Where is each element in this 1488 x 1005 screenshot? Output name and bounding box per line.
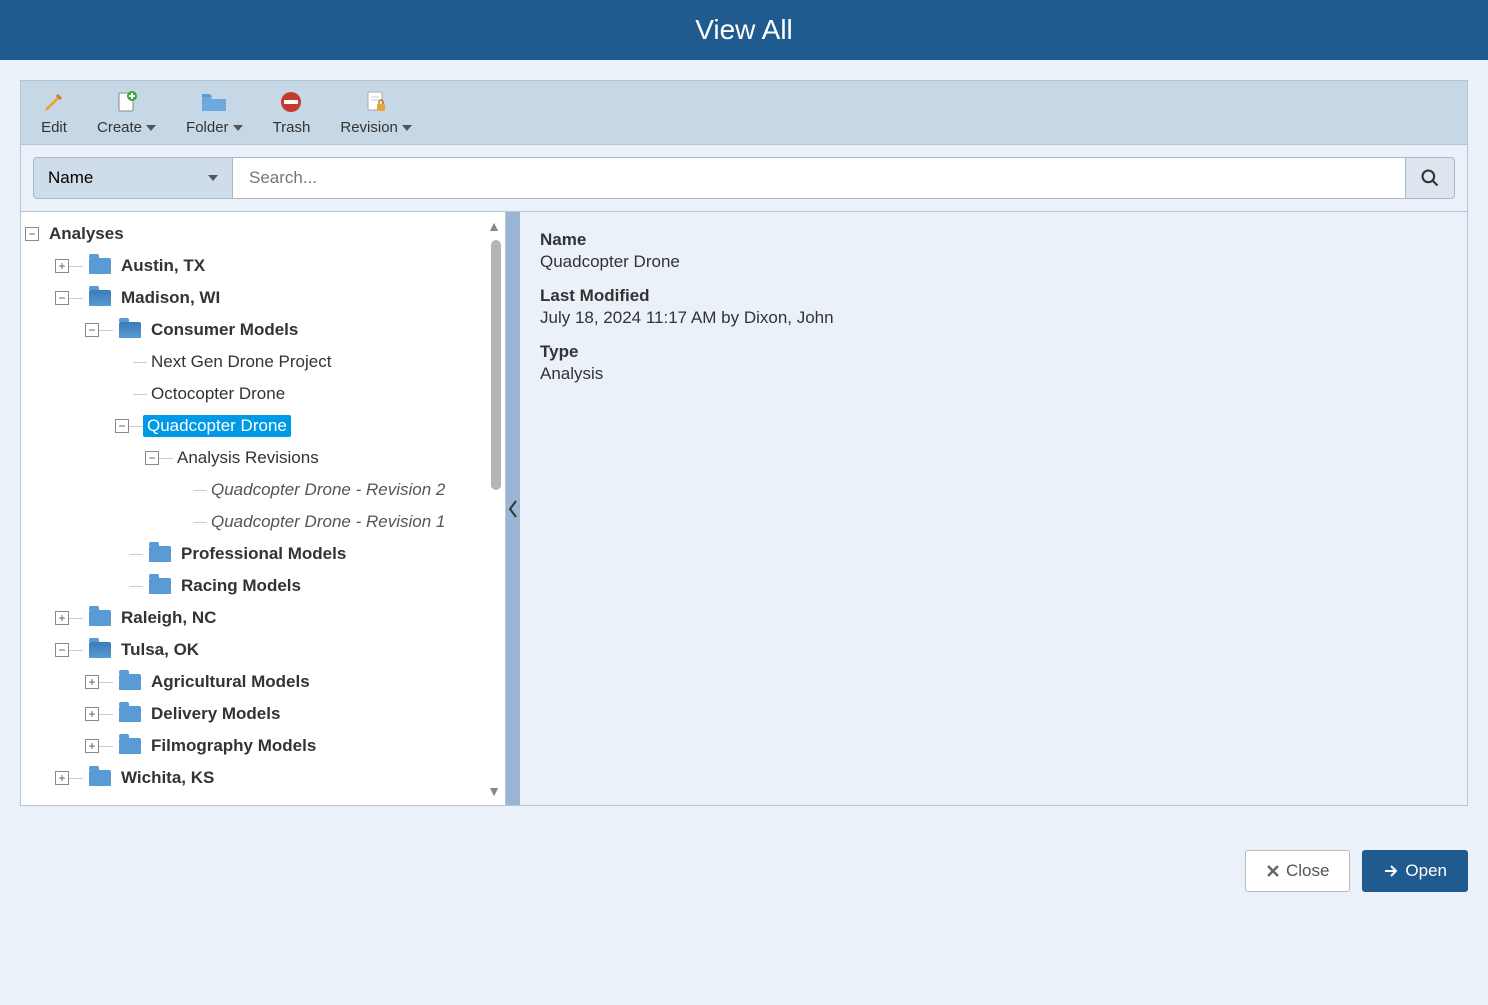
tree-item-tulsa[interactable]: Tulsa, OK	[117, 639, 203, 661]
tree-item-octocopter[interactable]: Octocopter Drone	[147, 383, 289, 405]
scroll-down-arrow[interactable]: ▼	[487, 783, 501, 799]
no-entry-icon	[278, 89, 304, 115]
detail-type-label: Type	[540, 342, 1447, 362]
tree: − Analyses + Austin, TX − Madison, WI	[21, 212, 505, 805]
folder-icon	[119, 674, 141, 690]
collapse-toggle[interactable]: −	[85, 323, 99, 337]
tree-item-agricultural-models[interactable]: Agricultural Models	[147, 671, 314, 693]
expand-toggle[interactable]: +	[85, 739, 99, 753]
expand-toggle[interactable]: +	[55, 259, 69, 273]
folder-icon	[119, 706, 141, 722]
collapse-toggle[interactable]: −	[55, 643, 69, 657]
folder-icon	[149, 578, 171, 594]
collapse-toggle[interactable]: −	[145, 451, 159, 465]
tree-item-analysis-revisions[interactable]: Analysis Revisions	[173, 447, 323, 469]
search-bar: Name	[21, 145, 1467, 211]
scroll-up-arrow[interactable]: ▲	[487, 218, 501, 234]
folder-open-icon	[89, 642, 111, 658]
tree-item-next-gen[interactable]: Next Gen Drone Project	[147, 351, 335, 373]
tree-item-racing-models[interactable]: Racing Models	[177, 575, 305, 597]
edit-label: Edit	[41, 119, 67, 136]
tree-item-filmography-models[interactable]: Filmography Models	[147, 735, 320, 757]
caret-down-icon	[208, 175, 218, 181]
trash-label: Trash	[273, 119, 311, 136]
caret-down-icon	[146, 125, 156, 131]
splitter-handle-icon	[506, 489, 520, 529]
detail-modified-label: Last Modified	[540, 286, 1447, 306]
search-button[interactable]	[1405, 157, 1455, 199]
detail-name-label: Name	[540, 230, 1447, 250]
tree-pane: ▲ ▼ − Analyses + Austin, TX −	[21, 212, 506, 805]
folder-icon	[89, 258, 111, 274]
tree-item-revision-1[interactable]: Quadcopter Drone - Revision 1	[207, 511, 449, 533]
detail-type-value: Analysis	[540, 364, 1447, 384]
toolbar: Edit Create Folder Trash Revision	[21, 81, 1467, 145]
tree-root[interactable]: Analyses	[45, 223, 128, 245]
tree-item-delivery-models[interactable]: Delivery Models	[147, 703, 284, 725]
search-input[interactable]	[233, 157, 1405, 199]
folder-icon	[89, 770, 111, 786]
edit-button[interactable]: Edit	[35, 87, 73, 138]
folder-button[interactable]: Folder	[180, 87, 249, 138]
document-lock-icon	[363, 89, 389, 115]
detail-pane: Name Quadcopter Drone Last Modified July…	[520, 212, 1467, 805]
tree-item-madison[interactable]: Madison, WI	[117, 287, 224, 309]
collapse-toggle[interactable]: −	[25, 227, 39, 241]
tree-item-consumer-models[interactable]: Consumer Models	[147, 319, 302, 341]
tree-item-revision-2[interactable]: Quadcopter Drone - Revision 2	[207, 479, 449, 501]
scrollbar-thumb[interactable]	[491, 240, 501, 490]
folder-icon	[89, 610, 111, 626]
collapse-toggle[interactable]: −	[55, 291, 69, 305]
folder-open-icon	[89, 290, 111, 306]
dialog-footer: Close Open	[0, 826, 1488, 916]
tree-item-professional-models[interactable]: Professional Models	[177, 543, 350, 565]
revision-button[interactable]: Revision	[334, 87, 418, 138]
close-button[interactable]: Close	[1245, 850, 1350, 892]
expand-toggle[interactable]: +	[55, 611, 69, 625]
folder-icon	[119, 738, 141, 754]
create-label: Create	[97, 119, 142, 136]
expand-toggle[interactable]: +	[55, 771, 69, 785]
folder-open-icon	[119, 322, 141, 338]
collapse-toggle[interactable]: −	[115, 419, 129, 433]
folder-icon	[201, 89, 227, 115]
open-button[interactable]: Open	[1362, 850, 1468, 892]
folder-icon	[149, 546, 171, 562]
expand-toggle[interactable]: +	[85, 707, 99, 721]
tree-item-raleigh[interactable]: Raleigh, NC	[117, 607, 220, 629]
search-icon	[1420, 168, 1440, 188]
tree-item-austin[interactable]: Austin, TX	[117, 255, 209, 277]
revision-label: Revision	[340, 119, 398, 136]
open-label: Open	[1405, 861, 1447, 881]
arrow-right-icon	[1383, 864, 1399, 878]
tree-item-quadcopter[interactable]: Quadcopter Drone	[143, 415, 291, 437]
caret-down-icon	[402, 125, 412, 131]
search-filter-select[interactable]: Name	[33, 157, 233, 199]
caret-down-icon	[233, 125, 243, 131]
dialog-title: View All	[0, 0, 1488, 60]
tree-item-wichita[interactable]: Wichita, KS	[117, 767, 218, 789]
create-button[interactable]: Create	[91, 87, 162, 138]
pencil-icon	[41, 89, 67, 115]
content-area: ▲ ▼ − Analyses + Austin, TX −	[21, 211, 1467, 805]
splitter[interactable]	[506, 212, 520, 805]
detail-modified-value: July 18, 2024 11:17 AM by Dixon, John	[540, 308, 1447, 328]
close-icon	[1266, 864, 1280, 878]
folder-label: Folder	[186, 119, 229, 136]
expand-toggle[interactable]: +	[85, 675, 99, 689]
document-plus-icon	[114, 89, 140, 115]
detail-name-value: Quadcopter Drone	[540, 252, 1447, 272]
trash-button[interactable]: Trash	[267, 87, 317, 138]
close-label: Close	[1286, 861, 1329, 881]
main-panel: Edit Create Folder Trash Revision	[20, 80, 1468, 806]
search-filter-label: Name	[48, 168, 93, 188]
